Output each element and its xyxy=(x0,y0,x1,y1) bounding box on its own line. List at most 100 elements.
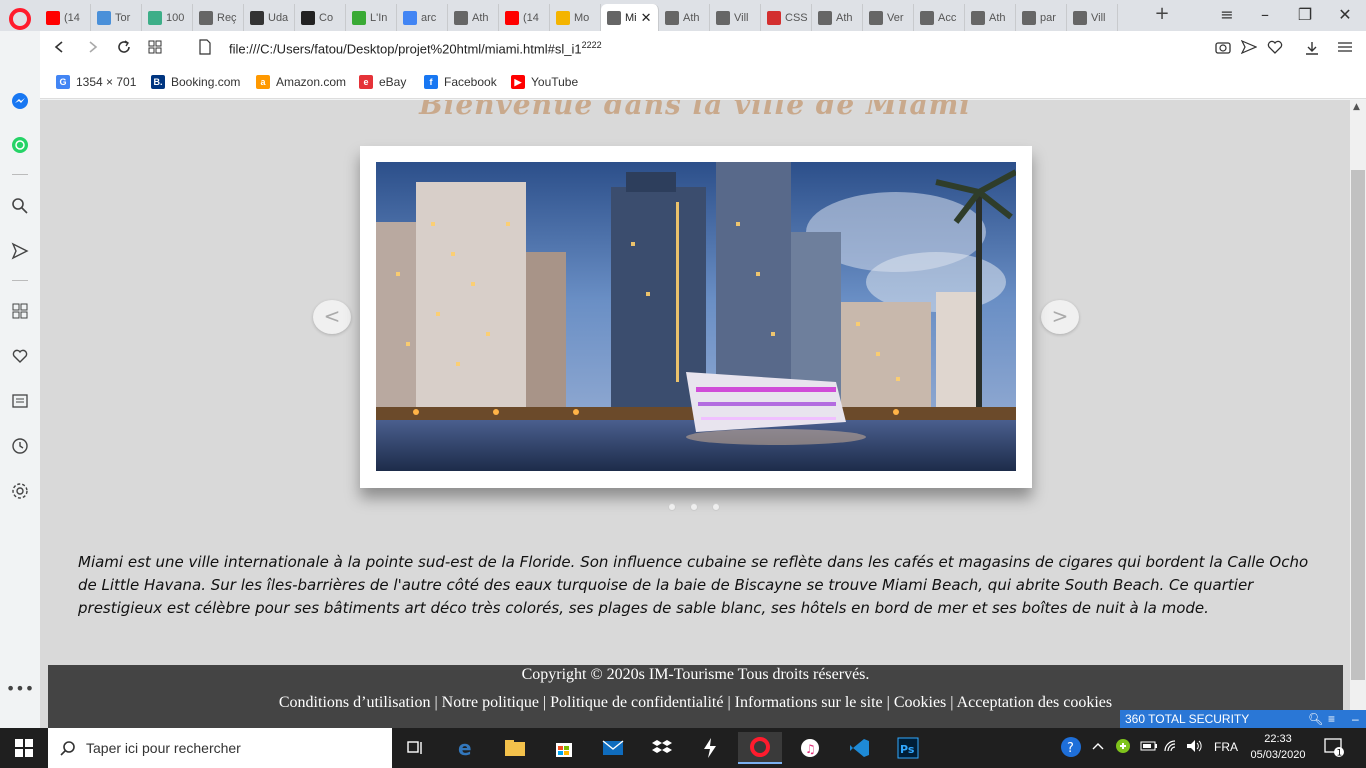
heart-icon[interactable] xyxy=(10,346,30,366)
tab-11[interactable]: Mi ✕ xyxy=(601,4,659,31)
messenger-icon[interactable] xyxy=(10,91,30,111)
url-field[interactable]: file:///C:/Users/fatou/Desktop/projet%20… xyxy=(229,40,602,56)
back-button[interactable] xyxy=(50,39,70,59)
menu-icon[interactable]: ≡ xyxy=(1328,710,1335,728)
bookmark-favicon-icon: a xyxy=(256,75,270,89)
mail-icon[interactable] xyxy=(591,732,635,764)
close-window-button[interactable]: ✕ xyxy=(1330,4,1360,26)
tab-13[interactable]: Vill xyxy=(710,4,761,31)
file-explorer-icon[interactable] xyxy=(493,732,537,764)
whatsapp-icon[interactable] xyxy=(10,135,30,155)
speed-dial-icon[interactable] xyxy=(10,301,30,321)
tab-label: Mi xyxy=(625,11,637,24)
opera-taskbar-icon[interactable] xyxy=(738,732,782,764)
security-widget[interactable]: 360 TOTAL SECURITY 🔍︎ ≡ – xyxy=(1120,710,1366,728)
forward-button[interactable] xyxy=(82,39,102,59)
slider-next-button[interactable]: > xyxy=(1041,300,1079,334)
footer-separator: | xyxy=(882,694,894,711)
tab-17[interactable]: Acc xyxy=(914,4,965,31)
search-icon[interactable]: 🔍︎ xyxy=(1308,710,1323,728)
tab-5[interactable]: Co xyxy=(295,4,346,31)
svg-text:Ps: Ps xyxy=(900,743,915,756)
footer-link[interactable]: Conditions d’utilisation xyxy=(279,694,431,711)
maximize-button[interactable]: ❐ xyxy=(1290,4,1320,26)
svg-text:♫: ♫ xyxy=(805,742,816,756)
tab-14[interactable]: CSS xyxy=(761,4,812,31)
snapshot-camera-icon[interactable] xyxy=(1214,40,1232,58)
tab-20[interactable]: Vill xyxy=(1067,4,1118,31)
share-send-icon[interactable] xyxy=(1240,39,1258,58)
notification-center-icon[interactable]: 1 xyxy=(1323,736,1345,761)
easy-setup-icon[interactable] xyxy=(1336,40,1354,58)
dropbox-icon[interactable] xyxy=(640,732,684,764)
tab-8[interactable]: Ath xyxy=(448,4,499,31)
tab-6[interactable]: L'In xyxy=(346,4,397,31)
tab-2[interactable]: 100 xyxy=(142,4,193,31)
language-indicator[interactable]: FRA xyxy=(1214,740,1238,754)
tray-360-icon[interactable] xyxy=(1115,738,1131,757)
bookmark-item[interactable]: B. Booking.com xyxy=(151,75,240,89)
taskbar-search-input[interactable]: Taper ici pour rechercher xyxy=(48,728,392,768)
minimize-icon[interactable]: – xyxy=(1352,710,1359,728)
photoshop-icon[interactable]: Ps xyxy=(886,732,930,764)
tab-16[interactable]: Ver xyxy=(863,4,914,31)
bookmark-item[interactable]: f Facebook xyxy=(424,75,497,89)
bookmark-item[interactable]: ▶ YouTube xyxy=(511,75,578,89)
more-options-icon[interactable]: ••• xyxy=(6,678,34,698)
tab-1[interactable]: Tor xyxy=(91,4,142,31)
reload-button[interactable] xyxy=(114,39,134,59)
download-icon[interactable] xyxy=(1303,40,1321,58)
slider-prev-button[interactable]: < xyxy=(313,300,351,334)
battery-icon[interactable] xyxy=(1140,740,1158,755)
send-icon[interactable] xyxy=(10,241,30,261)
tab-19[interactable]: par xyxy=(1016,4,1067,31)
footer-link[interactable]: Acceptation des cookies xyxy=(957,694,1113,711)
scroll-thumb[interactable] xyxy=(1351,170,1365,680)
app-bolt-icon[interactable] xyxy=(688,732,732,764)
tab-0[interactable]: (14 xyxy=(40,4,91,31)
footer-link[interactable]: Politique de confidentialité xyxy=(550,694,723,711)
opera-logo-icon[interactable] xyxy=(6,5,34,33)
minimize-button[interactable]: – xyxy=(1250,4,1280,26)
tab-12[interactable]: Ath xyxy=(659,4,710,31)
tray-chevron-up-icon[interactable] xyxy=(1092,740,1104,754)
bookmark-item[interactable]: a Amazon.com xyxy=(256,75,346,89)
bookmark-item[interactable]: G 1354 × 701 xyxy=(56,75,136,89)
tab-15[interactable]: Ath xyxy=(812,4,863,31)
footer-link[interactable]: Cookies xyxy=(894,694,946,711)
slider-dot[interactable] xyxy=(668,503,676,511)
tab-3[interactable]: Reç xyxy=(193,4,244,31)
history-icon[interactable] xyxy=(10,436,30,456)
tabs-grid-icon[interactable] xyxy=(145,39,165,59)
search-icon[interactable] xyxy=(10,196,30,216)
windows-start-icon[interactable] xyxy=(0,728,48,768)
bookmark-item[interactable]: e eBay xyxy=(359,75,406,89)
bookmark-heart-icon[interactable] xyxy=(1266,40,1284,58)
news-icon[interactable] xyxy=(10,391,30,411)
settings-gear-icon[interactable] xyxy=(10,481,30,501)
vscode-icon[interactable] xyxy=(837,732,881,764)
slider-dot[interactable] xyxy=(712,503,720,511)
tab-9[interactable]: (14 xyxy=(499,4,550,31)
footer-link[interactable]: Notre politique xyxy=(442,694,539,711)
itunes-icon[interactable]: ♫ xyxy=(788,732,832,764)
tab-7[interactable]: arc xyxy=(397,4,448,31)
page-scrollbar[interactable]: ▲ xyxy=(1350,100,1366,728)
edge-icon[interactable]: e xyxy=(445,732,489,764)
task-view-icon[interactable] xyxy=(394,732,438,764)
slider-dot[interactable] xyxy=(690,503,698,511)
tab-menu-icon[interactable]: ≡ xyxy=(1212,4,1242,26)
new-tab-button[interactable]: + xyxy=(1152,4,1172,26)
bookmark-favicon-icon: e xyxy=(359,75,373,89)
help-icon[interactable]: ? xyxy=(1060,736,1082,761)
tab-4[interactable]: Uda xyxy=(244,4,295,31)
store-icon[interactable] xyxy=(542,732,586,764)
tab-18[interactable]: Ath xyxy=(965,4,1016,31)
wifi-icon[interactable] xyxy=(1163,739,1181,756)
tab-10[interactable]: Mo xyxy=(550,4,601,31)
scroll-up-arrow-icon[interactable]: ▲ xyxy=(1353,102,1360,112)
volume-icon[interactable] xyxy=(1186,739,1204,756)
close-tab-icon[interactable]: ✕ xyxy=(641,10,652,26)
system-clock[interactable]: 22:33 05/03/2020 xyxy=(1248,731,1308,763)
footer-link[interactable]: Informations sur le site xyxy=(735,694,883,711)
